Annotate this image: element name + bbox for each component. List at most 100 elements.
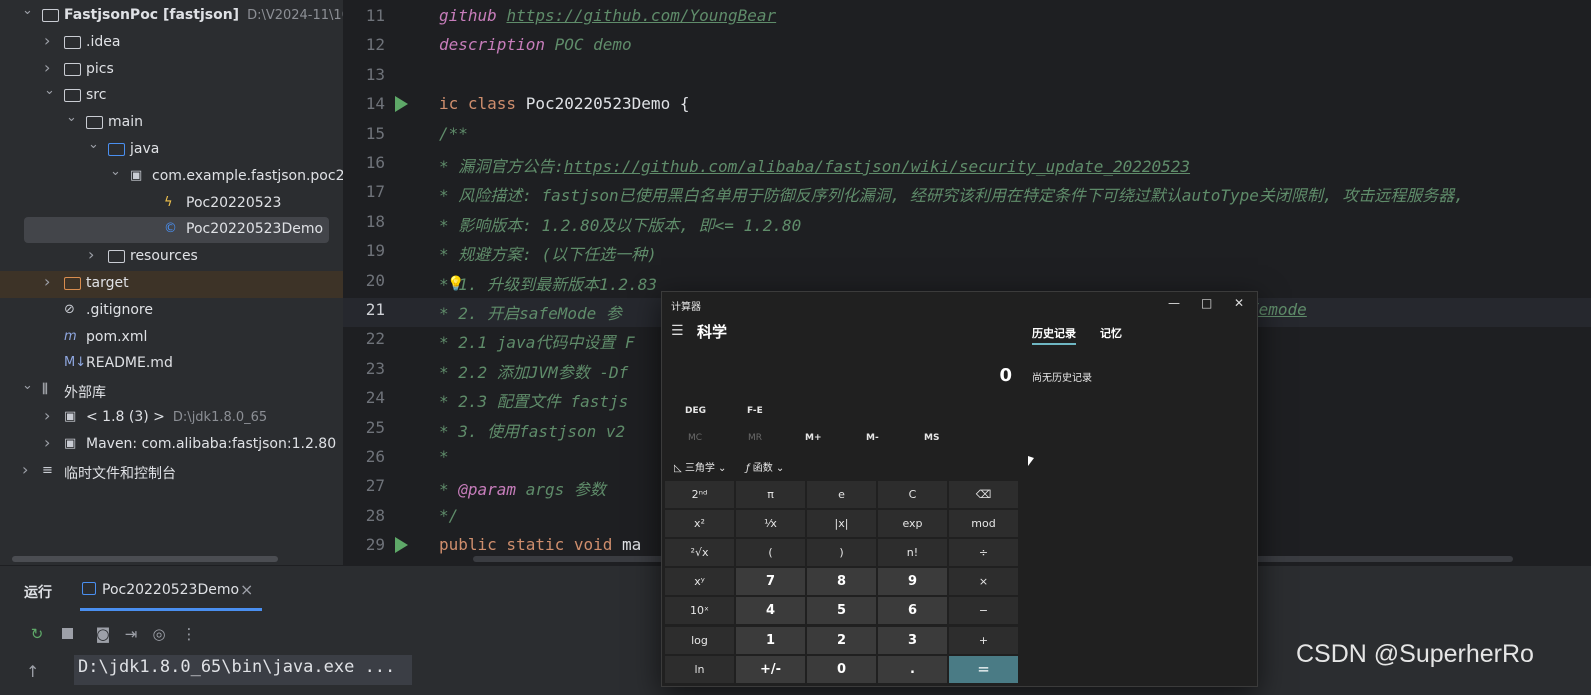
minimize-icon[interactable]: — — [1168, 296, 1180, 310]
plus-button[interactable]: + — [949, 626, 1018, 654]
tree-item[interactable]: › ▣ Maven: com.alibaba:fastjson:1.2.80 — [0, 432, 343, 459]
euler-button[interactable]: e — [807, 481, 876, 508]
tree-item[interactable]: › ▣ < 1.8 (3) > D:\jdk1.8.0_65 — [0, 405, 343, 432]
negate-button[interactable]: +/- — [736, 655, 805, 683]
digit-8-button[interactable]: 8 — [807, 568, 876, 596]
factorial-button[interactable]: n! — [878, 539, 947, 567]
tree-item[interactable]: ⌄ java — [0, 137, 343, 164]
hamburger-menu-icon[interactable]: ☰ — [671, 323, 684, 339]
digit-5-button[interactable]: 5 — [807, 597, 876, 625]
ten-power-button[interactable]: 10ˣ — [665, 597, 734, 625]
close-tab-icon[interactable]: × — [240, 580, 253, 599]
chevron-right-icon[interactable]: › — [44, 31, 56, 50]
more-options-icon[interactable]: ⋮ — [180, 625, 198, 643]
history-empty-text: 尚无历史记录 — [1032, 373, 1092, 384]
tree-item[interactable]: ⌄ src — [0, 83, 343, 110]
digit-6-button[interactable]: 6 — [878, 597, 947, 625]
tree-item[interactable]: › .idea — [0, 30, 343, 57]
open-paren-button[interactable]: ( — [736, 539, 805, 567]
divide-button[interactable]: ÷ — [949, 539, 1018, 567]
backspace-button[interactable]: ⌫ — [949, 481, 1018, 508]
tree-item[interactable]: › target — [0, 271, 343, 298]
memory-recall-button[interactable]: MR — [748, 433, 762, 443]
tree-item[interactable]: © Poc20220523Demo — [0, 217, 343, 244]
tree-item[interactable]: ⌄ ⫼ 外部库 — [0, 378, 343, 405]
multiply-button[interactable]: × — [949, 568, 1018, 596]
run-config-tab[interactable]: Poc20220523Demo — [82, 582, 239, 598]
power-button[interactable]: xʸ — [665, 568, 734, 596]
digit-4-button[interactable]: 4 — [736, 597, 805, 625]
memory-store-button[interactable]: MS — [924, 433, 939, 443]
tree-item[interactable]: m pom.xml — [0, 325, 343, 352]
run-gutter-icon[interactable] — [395, 96, 408, 113]
trigonometry-menu[interactable]: ◺ 三角学 ⌄ — [674, 459, 726, 474]
tree-item[interactable]: ⌄ ▣ com.example.fastjson.poc2022 — [0, 164, 343, 191]
export-icon[interactable]: ⇥ — [122, 625, 140, 643]
tab-memory[interactable]: 记忆 — [1100, 325, 1122, 341]
second-function-button[interactable]: 2ⁿᵈ — [665, 481, 734, 508]
digit-3-button[interactable]: 3 — [878, 626, 947, 654]
function-menu[interactable]: ƒ 函数 ⌄ — [746, 459, 784, 474]
mod-button[interactable]: mod — [949, 510, 1018, 538]
memory-clear-button[interactable]: MC — [688, 433, 702, 443]
deg-toggle-button[interactable]: DEG — [685, 406, 706, 416]
chevron-down-icon[interactable]: ⌄ — [22, 378, 34, 393]
chevron-right-icon[interactable]: › — [44, 272, 56, 291]
tree-item[interactable]: ⌄ FastjsonPoc [fastjson] D:\V2024-11\104\F… — [0, 3, 343, 30]
close-icon[interactable]: ✕ — [1234, 296, 1244, 310]
digit-2-button[interactable]: 2 — [807, 626, 876, 654]
chevron-right-icon[interactable]: › — [44, 433, 56, 452]
ln-button[interactable]: ln — [665, 655, 734, 683]
minus-button[interactable]: − — [949, 597, 1018, 625]
tree-item[interactable]: ⌄ main — [0, 110, 343, 137]
chevron-down-icon[interactable]: ⌄ — [66, 110, 78, 125]
tree-item[interactable]: ϟ Poc20220523 — [0, 191, 343, 218]
square-root-button[interactable]: ²√x — [665, 539, 734, 567]
digit-7-button[interactable]: 7 — [736, 568, 805, 596]
tree-item[interactable]: › resources — [0, 244, 343, 271]
absolute-button[interactable]: |x| — [807, 510, 876, 538]
chevron-down-icon[interactable]: ⌄ — [22, 3, 34, 18]
run-gutter-icon[interactable] — [395, 537, 408, 554]
code-token: * — [439, 480, 459, 500]
chevron-right-icon[interactable]: › — [44, 406, 56, 425]
memory-subtract-button[interactable]: M- — [866, 433, 879, 443]
line-number: 14 — [365, 94, 385, 114]
fe-toggle-button[interactable]: F-E — [747, 406, 763, 416]
chevron-right-icon[interactable]: › — [44, 58, 56, 77]
rerun-icon[interactable]: ↻ — [28, 625, 46, 643]
memory-add-button[interactable]: M+ — [805, 433, 822, 443]
exp-button[interactable]: exp — [878, 510, 947, 538]
maximize-icon[interactable]: □ — [1201, 296, 1212, 310]
library-icon: ⫼ — [42, 382, 48, 398]
chevron-down-icon[interactable]: ⌄ — [110, 164, 122, 179]
tree-item[interactable]: ⊘ .gitignore — [0, 298, 343, 325]
code-token: * 3. 使用fastjson v2 — [439, 421, 626, 441]
tab-history[interactable]: 历史记录 — [1032, 325, 1076, 341]
pi-button[interactable]: π — [736, 481, 805, 508]
tree-item[interactable]: M↓ README.md — [0, 351, 343, 378]
digit-1-button[interactable]: 1 — [736, 626, 805, 654]
square-button[interactable]: x² — [665, 510, 734, 538]
code-token: https://github.com/YoungBear — [506, 6, 777, 25]
stop-icon[interactable] — [58, 625, 76, 643]
reciprocal-button[interactable]: ¹⁄x — [736, 510, 805, 538]
digit-9-button[interactable]: 9 — [878, 568, 947, 596]
digit-0-button[interactable]: 0 — [807, 655, 876, 683]
project-horizontal-scrollbar[interactable] — [12, 556, 278, 562]
scroll-up-icon[interactable]: ↑ — [26, 662, 39, 681]
clear-button[interactable]: C — [878, 481, 947, 508]
settings-icon[interactable]: ◎ — [150, 625, 168, 643]
chevron-right-icon[interactable]: › — [88, 245, 100, 264]
chevron-right-icon[interactable]: › — [22, 460, 34, 479]
decimal-button[interactable]: . — [878, 655, 947, 683]
tree-item[interactable]: › pics — [0, 57, 343, 84]
chevron-down-icon[interactable]: ⌄ — [88, 137, 100, 152]
tree-item[interactable]: › ≡ 临时文件和控制台 — [0, 459, 343, 486]
calculator-title: 计算器 — [671, 302, 701, 313]
chevron-down-icon[interactable]: ⌄ — [44, 83, 56, 98]
camera-icon[interactable]: ◙ — [94, 625, 112, 643]
close-paren-button[interactable]: ) — [807, 539, 876, 567]
equals-button[interactable]: = — [949, 655, 1018, 683]
log-button[interactable]: log — [665, 626, 734, 654]
